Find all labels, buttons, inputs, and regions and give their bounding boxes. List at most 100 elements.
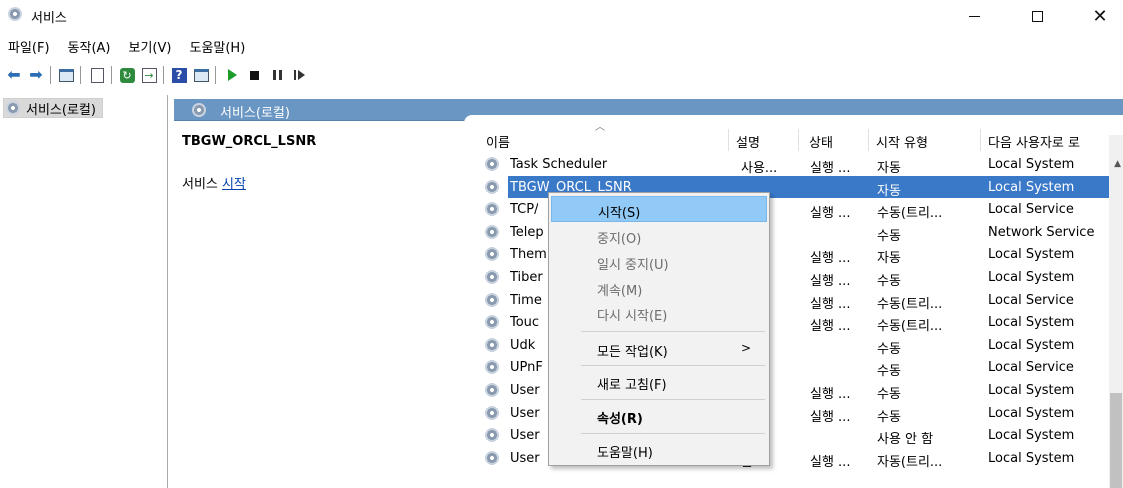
start-service-button[interactable]: [223, 66, 241, 84]
cell-name: Time: [510, 292, 542, 308]
start-service-link[interactable]: 시작: [222, 177, 246, 192]
context-menu-pause: 일시 중지(U): [597, 258, 669, 273]
vertical-scrollbar[interactable]: ▲: [1109, 135, 1123, 488]
cell-startup: 수동(트리...: [877, 296, 943, 312]
cell-logon: Local System: [988, 337, 1075, 353]
service-gear-icon: [484, 427, 500, 444]
cell-startup: 수동(트리...: [877, 206, 943, 222]
services-icon: [6, 101, 20, 115]
cell-name: User: [510, 450, 540, 466]
maximize-button[interactable]: [1014, 0, 1060, 32]
cell-status: 실행 ...: [810, 296, 851, 312]
column-header-description[interactable]: 설명: [736, 132, 760, 151]
service-gear-icon: [484, 291, 500, 308]
cell-startup: 수동: [877, 364, 901, 380]
column-divider[interactable]: [868, 129, 869, 151]
stop-service-icon: [249, 70, 259, 80]
cell-logon: Local System: [988, 428, 1075, 444]
cell-name: User: [510, 405, 540, 421]
cell-startup: 수동: [877, 274, 901, 289]
help-button[interactable]: ?: [170, 66, 188, 84]
table-row[interactable]: Task Scheduler 사용... 실행 ... 자동 Local System: [476, 153, 1113, 176]
refresh-button[interactable]: ↻: [118, 66, 136, 84]
context-menu-help[interactable]: 도움말(H): [551, 437, 767, 463]
context-menu-restart: 다시 시작(E): [597, 309, 668, 324]
cell-logon: Local System: [988, 383, 1075, 398]
export-list-button[interactable]: →: [140, 66, 158, 84]
cell-startup: 수동: [877, 409, 901, 425]
context-menu-separator: [581, 365, 765, 366]
scrollbar-thumb[interactable]: [1110, 393, 1122, 488]
minimize-button[interactable]: [951, 0, 997, 32]
service-gear-icon: [484, 382, 500, 398]
toolbar-separator: [50, 66, 51, 84]
cell-startup: 수동: [877, 341, 901, 357]
services-app-icon: [8, 7, 22, 21]
service-gear-icon: [484, 449, 500, 466]
resume-service-button[interactable]: [290, 66, 308, 84]
cell-logon: Local System: [988, 315, 1075, 331]
cell-logon: Local Service: [988, 202, 1074, 218]
cell-name: Udk: [510, 337, 536, 353]
minimize-icon: [968, 15, 980, 17]
column-header-startup-type[interactable]: 시작 유형: [876, 132, 928, 151]
cell-name: Them: [510, 247, 547, 263]
column-header-name[interactable]: 이름: [486, 132, 510, 151]
service-gear-icon: [484, 336, 500, 353]
cell-startup: 자동: [877, 161, 901, 176]
cell-status: 실행 ...: [810, 206, 851, 222]
window-title: 서비스: [31, 11, 67, 26]
cell-name: User: [510, 383, 540, 398]
properties-button[interactable]: [88, 66, 106, 84]
service-gear-icon: [484, 178, 500, 195]
title-bar: 서비스 ✕: [0, 0, 1123, 32]
tree-item-services-local[interactable]: 서비스(로컬): [3, 98, 103, 118]
back-button[interactable]: ⬅: [5, 66, 23, 84]
service-action-text: 서비스 시작: [182, 173, 246, 192]
menu-action[interactable]: 동작(A): [59, 34, 120, 56]
service-gear-icon: [484, 201, 500, 218]
toolbar: ⬅ ➡ ↻ → ?: [0, 62, 1123, 88]
context-menu-all-tasks[interactable]: 모든 작업(K) >: [551, 336, 767, 362]
column-header-status[interactable]: 상태: [809, 132, 833, 151]
column-divider[interactable]: [798, 129, 799, 151]
cell-name: Task Scheduler: [510, 157, 608, 172]
cell-logon: Local System: [988, 247, 1075, 263]
cell-startup: 자동: [877, 183, 901, 199]
context-menu-resume: 계속(M): [597, 284, 643, 299]
stop-service-button[interactable]: [245, 66, 263, 84]
column-header-log-on-as[interactable]: 다음 사용자로 로: [988, 132, 1080, 151]
sort-ascending-icon: ︿: [595, 122, 605, 133]
scroll-up-icon[interactable]: ▲: [1114, 159, 1121, 169]
menu-file[interactable]: 파일(F): [0, 34, 59, 56]
menu-help[interactable]: 도움말(H): [180, 34, 254, 56]
close-icon: ✕: [1092, 5, 1108, 27]
menu-view[interactable]: 보기(V): [120, 34, 181, 56]
cell-logon: Local System: [988, 450, 1075, 466]
cell-logon: Local System: [988, 157, 1075, 172]
toolbar-separator: [163, 66, 164, 84]
start-service-icon: [227, 69, 237, 81]
cell-status: 실행 ...: [810, 409, 851, 425]
forward-arrow-icon: ➡: [29, 65, 43, 84]
maximize-icon: [1031, 10, 1043, 22]
details-view-icon: [193, 68, 209, 82]
pause-service-button[interactable]: [268, 66, 286, 84]
context-menu-refresh[interactable]: 새로 고침(F): [551, 369, 767, 395]
cell-startup: 수동: [877, 387, 901, 402]
service-gear-icon: [484, 314, 500, 331]
context-menu-properties[interactable]: 속성(R): [551, 403, 767, 429]
service-gear-icon: [484, 246, 500, 263]
cell-desc: 사용...: [741, 161, 778, 176]
context-menu-start[interactable]: 시작(S): [551, 196, 767, 222]
details-view-button[interactable]: [192, 66, 210, 84]
cell-startup: 사용 안 함: [877, 432, 934, 448]
cell-logon: Local Service: [988, 292, 1074, 308]
submenu-chevron-icon: >: [741, 341, 752, 355]
show-console-tree-button[interactable]: [57, 66, 75, 84]
cell-startup: 자동(트리...: [877, 454, 943, 470]
forward-button[interactable]: ➡: [27, 66, 45, 84]
column-divider[interactable]: [728, 129, 729, 151]
close-button[interactable]: ✕: [1077, 0, 1123, 32]
column-divider[interactable]: [980, 129, 981, 151]
